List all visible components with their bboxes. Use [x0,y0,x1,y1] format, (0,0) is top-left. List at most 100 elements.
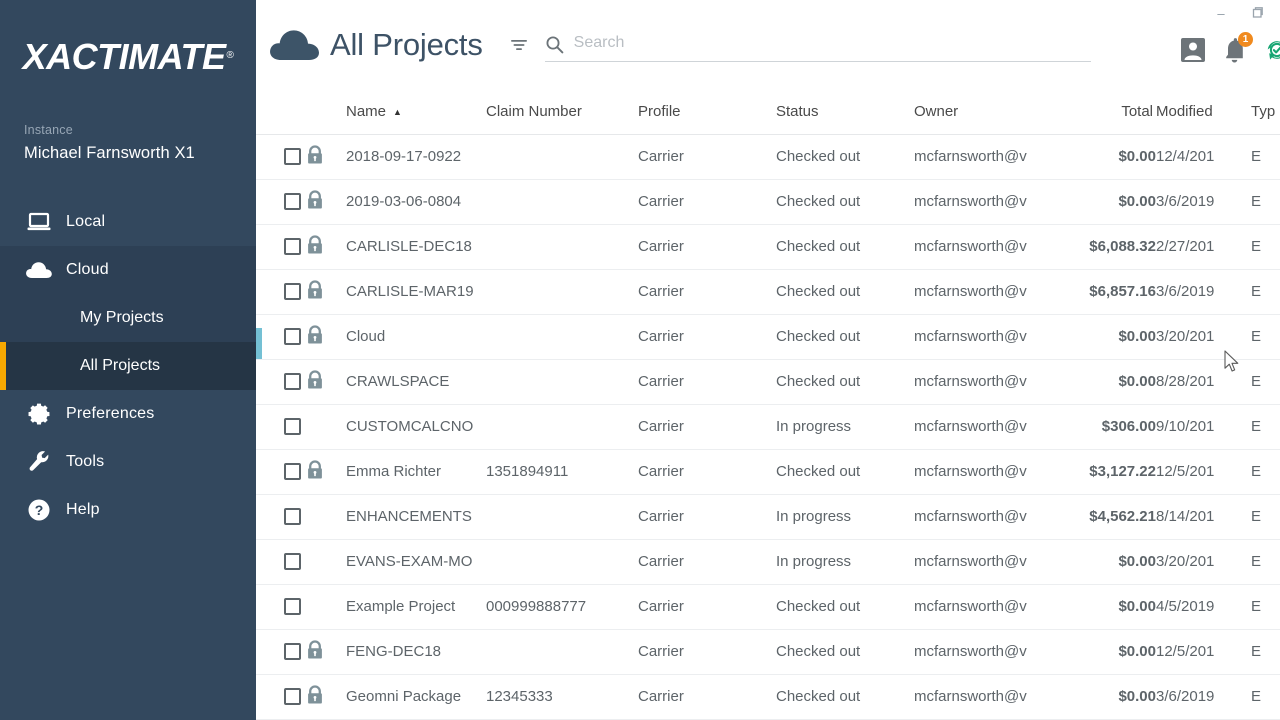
account-icon[interactable] [1180,37,1206,63]
table-row[interactable]: 2018-09-17-0922CarrierChecked outmcfarns… [256,134,1280,179]
cell-profile: Carrier [638,134,776,179]
cell-modified: 3/20/201 [1156,539,1251,584]
cell-type: E [1251,134,1280,179]
cell-profile: Carrier [638,584,776,629]
cell-type: E [1251,269,1280,314]
row-lock-cell [306,629,346,674]
sidebar-item-preferences[interactable]: Preferences [0,390,256,438]
sort-ascending-icon: ▲ [393,107,402,117]
cell-claim-number [486,269,638,314]
table-row[interactable]: ENHANCEMENTSCarrierIn progressmcfarnswor… [256,494,1280,539]
table-row[interactable]: CARLISLE-DEC18CarrierChecked outmcfarnsw… [256,224,1280,269]
column-label: Name [346,103,386,120]
row-checkbox[interactable] [284,373,301,390]
row-checkbox[interactable] [284,238,301,255]
sidebar-item-help[interactable]: ? Help [0,486,256,534]
cell-status: Checked out [776,269,914,314]
cell-owner: mcfarnsworth@v [914,449,1064,494]
column-header-modified[interactable]: Modified [1156,90,1251,134]
row-select-cell[interactable] [256,269,306,314]
row-checkbox[interactable] [284,508,301,525]
minimize-button[interactable]: – [1203,0,1239,26]
table-row[interactable]: Emma Richter1351894911CarrierChecked out… [256,449,1280,494]
sidebar-item-my-projects[interactable]: My Projects [0,294,256,342]
row-checkbox[interactable] [284,418,301,435]
row-checkbox[interactable] [284,598,301,615]
table-row[interactable]: FENG-DEC18CarrierChecked outmcfarnsworth… [256,629,1280,674]
sync-icon[interactable] [1263,36,1280,64]
row-checkbox[interactable] [284,283,301,300]
row-checkbox[interactable] [284,643,301,660]
sidebar-item-tools[interactable]: Tools [0,438,256,486]
lock-icon [306,692,324,709]
filter-icon[interactable] [507,33,531,57]
table-row[interactable]: EVANS-EXAM-MOCarrierIn progressmcfarnswo… [256,539,1280,584]
column-header-name[interactable]: Name ▲ [346,90,486,134]
sidebar-item-local[interactable]: Local [0,198,256,246]
sidebar-item-cloud[interactable]: Cloud [0,246,256,294]
table-row[interactable]: CRAWLSPACECarrierChecked outmcfarnsworth… [256,359,1280,404]
table-row[interactable]: CloudCarrierChecked outmcfarnsworth@v$0.… [256,314,1280,359]
table-row[interactable]: CUSTOMCALCNOCarrierIn progressmcfarnswor… [256,404,1280,449]
column-header-type[interactable]: Typ [1251,90,1280,134]
row-select-cell[interactable] [256,539,306,584]
column-header-status[interactable]: Status [776,90,914,134]
row-checkbox[interactable] [284,328,301,345]
cell-name: CARLISLE-DEC18 [346,224,486,269]
row-select-cell[interactable] [256,629,306,674]
search-field[interactable] [545,28,1091,62]
row-checkbox[interactable] [284,463,301,480]
row-select-cell[interactable] [256,224,306,269]
column-header-owner[interactable]: Owner [914,90,1064,134]
table-row[interactable]: Geomni Package12345333CarrierChecked out… [256,674,1280,719]
row-lock-cell [306,269,346,314]
cell-name: 2019-03-06-0804 [346,179,486,224]
row-checkbox[interactable] [284,193,301,210]
row-select-cell[interactable] [256,494,306,539]
column-label: Owner [914,103,958,120]
search-icon [545,35,564,54]
lock-icon [306,197,324,214]
cell-profile: Carrier [638,269,776,314]
sidebar-item-all-projects[interactable]: All Projects [0,342,256,390]
cell-owner: mcfarnsworth@v [914,359,1064,404]
cell-status: Checked out [776,359,914,404]
row-select-cell[interactable] [256,584,306,629]
page-header: All Projects [256,0,1280,90]
row-lock-cell [306,224,346,269]
row-checkbox[interactable] [284,553,301,570]
row-select-cell[interactable] [256,134,306,179]
cell-claim-number [486,539,638,584]
row-select-cell[interactable] [256,179,306,224]
row-select-cell[interactable] [256,359,306,404]
cell-claim-number [486,224,638,269]
cell-name: Emma Richter [346,449,486,494]
instance-label: Instance [24,120,256,140]
sidebar-item-label: Help [66,501,100,519]
cell-profile: Carrier [638,314,776,359]
column-header-claim-number[interactable]: Claim Number [486,90,638,134]
row-checkbox[interactable] [284,148,301,165]
cell-claim-number [486,314,638,359]
table-row[interactable]: Example Project000999888777CarrierChecke… [256,584,1280,629]
row-select-cell[interactable] [256,404,306,449]
search-input[interactable] [574,34,1091,55]
cell-status: Checked out [776,629,914,674]
row-select-cell[interactable] [256,674,306,719]
table-row[interactable]: CARLISLE-MAR19CarrierChecked outmcfarnsw… [256,269,1280,314]
table-row[interactable]: 2019-03-06-0804CarrierChecked outmcfarns… [256,179,1280,224]
cell-type: E [1251,674,1280,719]
row-select-cell[interactable] [256,314,306,359]
cell-type: E [1251,449,1280,494]
notifications-icon[interactable]: 1 [1222,37,1247,63]
row-checkbox[interactable] [284,688,301,705]
row-lock-cell [306,674,346,719]
column-header-total[interactable]: Total [1064,90,1156,134]
page-title: All Projects [330,27,483,63]
row-select-cell[interactable] [256,449,306,494]
maximize-button[interactable] [1239,0,1275,26]
column-header-profile[interactable]: Profile [638,90,776,134]
lock-icon [306,647,324,664]
close-button[interactable]: ✕ [1275,0,1280,26]
cell-owner: mcfarnsworth@v [914,269,1064,314]
